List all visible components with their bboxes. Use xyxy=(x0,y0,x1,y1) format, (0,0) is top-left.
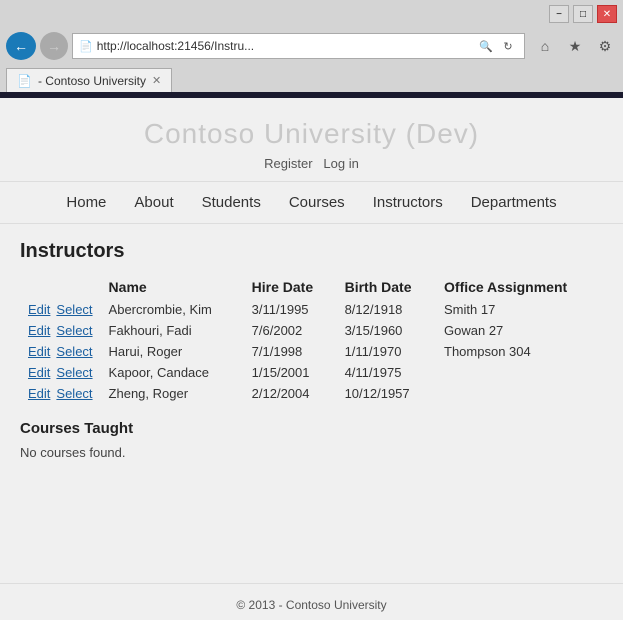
title-bar-buttons: − □ ✕ xyxy=(549,5,617,23)
courses-section-heading: Courses Taught xyxy=(20,420,603,437)
tab-favicon: 📄 xyxy=(17,74,32,88)
home-icon[interactable]: ⌂ xyxy=(533,34,557,58)
search-icon[interactable]: 🔍 xyxy=(476,36,496,56)
no-courses-message: No courses found. xyxy=(20,445,603,460)
back-button[interactable]: ← xyxy=(6,32,36,60)
main-content: Instructors Name Hire Date Birth Date Of… xyxy=(0,224,623,476)
table-row: Edit Select Zheng, Roger2/12/200410/12/195… xyxy=(20,383,603,404)
instructor-birth-date: 8/12/1918 xyxy=(337,299,436,320)
site-title: Contoso University (Dev) xyxy=(0,118,623,150)
instructor-birth-date: 3/15/1960 xyxy=(337,320,436,341)
select-link[interactable]: Select xyxy=(56,302,92,317)
edit-link[interactable]: Edit xyxy=(28,323,50,338)
edit-link[interactable]: Edit xyxy=(28,302,50,317)
nav-home[interactable]: Home xyxy=(52,190,120,215)
table-row: Edit Select Fakhouri, Fadi7/6/20023/15/196… xyxy=(20,320,603,341)
minimize-button[interactable]: − xyxy=(549,5,569,23)
instructor-name: Kapoor, Candace xyxy=(101,362,244,383)
address-icons: 🔍 ↻ xyxy=(476,36,518,56)
edit-link[interactable]: Edit xyxy=(28,365,50,380)
row-actions: Edit Select xyxy=(20,320,101,341)
browser-tab[interactable]: 📄 - Contoso University ✕ xyxy=(6,68,172,92)
col-name: Name xyxy=(101,275,244,299)
instructor-office: Smith 17 xyxy=(436,299,603,320)
edit-link[interactable]: Edit xyxy=(28,344,50,359)
instructor-office: Gowan 27 xyxy=(436,320,603,341)
select-link[interactable]: Select xyxy=(56,323,92,338)
row-actions: Edit Select xyxy=(20,299,101,320)
instructor-birth-date: 1/11/1970 xyxy=(337,341,436,362)
col-hire-date: Hire Date xyxy=(244,275,337,299)
instructor-name: Fakhouri, Fadi xyxy=(101,320,244,341)
table-row: Edit Select Harui, Roger7/1/19981/11/1970T… xyxy=(20,341,603,362)
instructors-table: Name Hire Date Birth Date Office Assignm… xyxy=(20,275,603,404)
page-content: Contoso University (Dev) Register Log in… xyxy=(0,98,623,590)
instructor-name: Zheng, Roger xyxy=(101,383,244,404)
instructor-name: Abercrombie, Kim xyxy=(101,299,244,320)
select-link[interactable]: Select xyxy=(56,344,92,359)
nav-departments[interactable]: Departments xyxy=(457,190,571,215)
row-actions: Edit Select xyxy=(20,362,101,383)
register-link[interactable]: Register xyxy=(264,156,312,171)
instructor-office xyxy=(436,362,603,383)
nav-menu: Home About Students Courses Instructors … xyxy=(0,181,623,224)
col-actions xyxy=(20,275,101,299)
nav-about[interactable]: About xyxy=(120,190,187,215)
instructor-birth-date: 10/12/1957 xyxy=(337,383,436,404)
instructor-name: Harui, Roger xyxy=(101,341,244,362)
site-header: Contoso University (Dev) Register Log in xyxy=(0,98,623,181)
row-actions: Edit Select xyxy=(20,383,101,404)
settings-icon[interactable]: ⚙ xyxy=(593,34,617,58)
address-bar[interactable]: 📄 http://localhost:21456/Instru... 🔍 ↻ xyxy=(72,33,525,59)
footer: © 2013 - Contoso University xyxy=(0,583,623,590)
col-birth-date: Birth Date xyxy=(337,275,436,299)
forward-button[interactable]: → xyxy=(40,32,68,60)
instructor-hire-date: 7/1/1998 xyxy=(244,341,337,362)
star-icon[interactable]: ★ xyxy=(563,34,587,58)
page-heading: Instructors xyxy=(20,240,603,263)
maximize-button[interactable]: □ xyxy=(573,5,593,23)
table-row: Edit Select Abercrombie, Kim3/11/19958/12/… xyxy=(20,299,603,320)
instructor-hire-date: 1/15/2001 xyxy=(244,362,337,383)
instructor-hire-date: 7/6/2002 xyxy=(244,320,337,341)
table-row: Edit Select Kapoor, Candace1/15/20014/11/1… xyxy=(20,362,603,383)
title-bar: − □ ✕ xyxy=(0,0,623,28)
instructor-birth-date: 4/11/1975 xyxy=(337,362,436,383)
col-office: Office Assignment xyxy=(436,275,603,299)
nav-bar: ← → 📄 http://localhost:21456/Instru... 🔍… xyxy=(0,28,623,64)
nav-instructors[interactable]: Instructors xyxy=(359,190,457,215)
nav-courses[interactable]: Courses xyxy=(275,190,359,215)
select-link[interactable]: Select xyxy=(56,386,92,401)
tab-title: - Contoso University xyxy=(38,74,146,88)
tab-bar: 📄 - Contoso University ✕ xyxy=(0,64,623,92)
page-inner: Contoso University (Dev) Register Log in… xyxy=(0,98,623,486)
instructor-office: Thompson 304 xyxy=(436,341,603,362)
address-text: http://localhost:21456/Instru... xyxy=(97,39,472,53)
table-header-row: Name Hire Date Birth Date Office Assignm… xyxy=(20,275,603,299)
nav-students[interactable]: Students xyxy=(188,190,275,215)
close-button[interactable]: ✕ xyxy=(597,5,617,23)
instructor-hire-date: 2/12/2004 xyxy=(244,383,337,404)
select-link[interactable]: Select xyxy=(56,365,92,380)
site-links: Register Log in xyxy=(0,156,623,171)
instructor-hire-date: 3/11/1995 xyxy=(244,299,337,320)
edit-link[interactable]: Edit xyxy=(28,386,50,401)
browser-chrome: − □ ✕ ← → 📄 http://localhost:21456/Instr… xyxy=(0,0,623,98)
tab-close-icon[interactable]: ✕ xyxy=(152,74,161,87)
login-link[interactable]: Log in xyxy=(323,156,358,171)
instructor-office xyxy=(436,383,603,404)
row-actions: Edit Select xyxy=(20,341,101,362)
refresh-icon[interactable]: ↻ xyxy=(498,36,518,56)
lock-icon: 📄 xyxy=(79,40,93,53)
